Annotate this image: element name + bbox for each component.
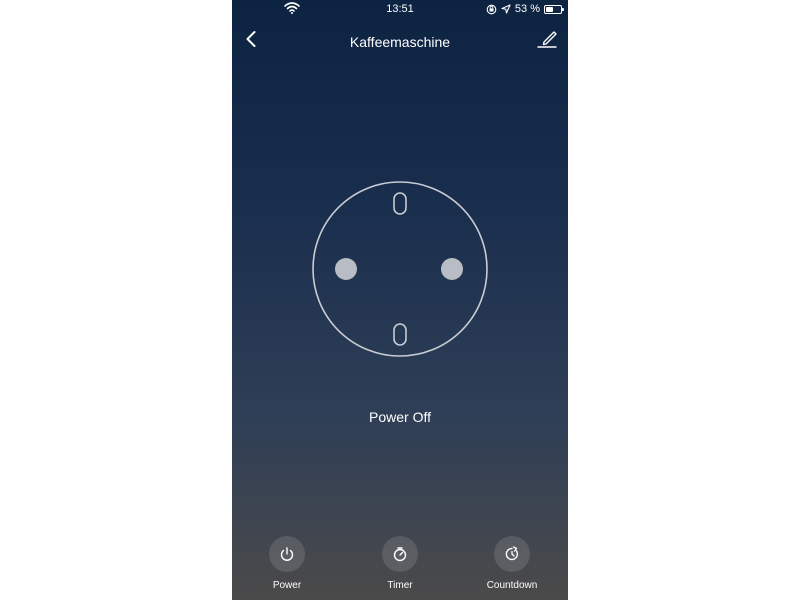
power-icon [280,547,294,561]
power-status: Power Off [369,409,431,425]
socket-outlet-icon[interactable] [311,180,489,358]
battery-level [546,6,554,12]
power-button[interactable]: Power [247,536,327,591]
app-screen: 13:51 53 % Kaffeemaschine Power Off Powe… [232,0,568,600]
status-bar: 13:51 53 % [232,0,568,18]
power-label: Power [272,580,302,591]
battery-percent: 53 % [514,3,540,15]
edit-pencil-icon [537,31,557,48]
orientation-lock-icon [486,4,497,14]
edit-button[interactable] [534,26,560,52]
nav-bar: Kaffeemaschine [232,22,568,62]
timer-button[interactable]: Timer [360,536,440,591]
page-title: Kaffeemaschine [349,34,451,50]
battery-icon [544,4,564,14]
location-icon [501,4,511,14]
countdown-label: Countdown [486,580,538,591]
socket-pin-right [441,258,463,280]
countdown-button-circle [494,536,530,572]
socket-earth-bottom [393,323,407,346]
timer-button-circle [382,536,418,572]
timer-label: Timer [387,580,413,591]
status-icons: 53 % [486,3,564,15]
countdown-button[interactable]: Countdown [472,536,552,591]
bottom-action-bar: Power Timer Countdown [232,536,568,600]
socket-earth-top [393,192,407,215]
countdown-icon [505,546,519,561]
socket-pin-left [335,258,357,280]
power-button-circle [269,536,305,572]
timer-icon [393,547,407,562]
